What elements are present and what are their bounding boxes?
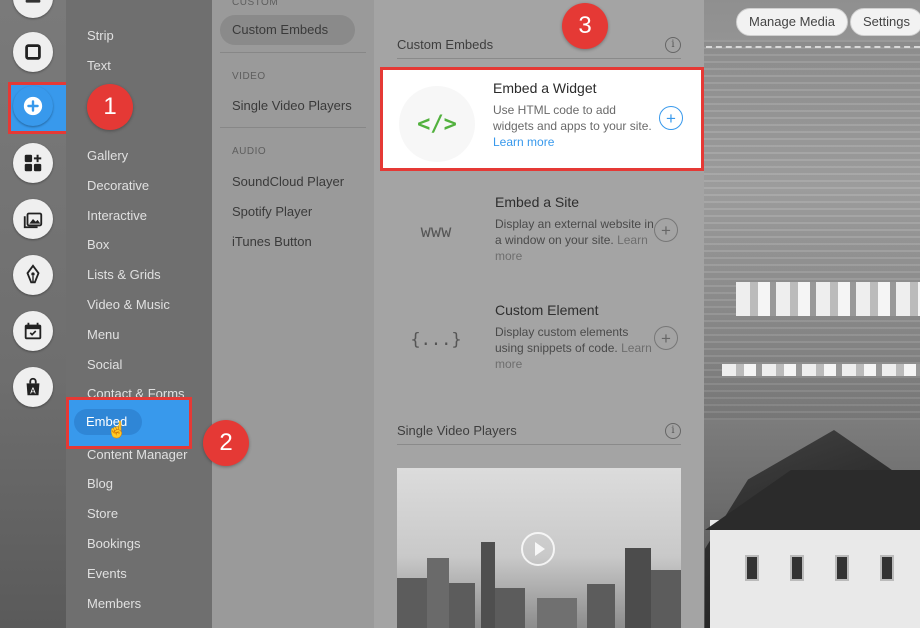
category-social[interactable]: Social [87, 357, 122, 372]
category-strip[interactable]: Strip [87, 28, 114, 43]
embed-items-panel: Custom Embeds i </> Embed a Widget Use H… [374, 0, 704, 628]
custom-element-card[interactable]: {...} Custom Element Display custom elem… [382, 286, 696, 386]
skyline [495, 588, 525, 628]
subcategory-spotify-player[interactable]: Spotify Player [232, 204, 312, 219]
skyline [651, 570, 681, 628]
category-content-manager[interactable]: Content Manager [87, 447, 187, 462]
menu-icon[interactable] [13, 0, 53, 18]
skyline [449, 583, 475, 628]
manage-media-button[interactable]: Manage Media [736, 8, 848, 36]
info-icon[interactable]: i [665, 37, 681, 53]
custom-heading: CUSTOM [232, 0, 279, 8]
add-widget-plus-icon[interactable]: + [659, 106, 683, 130]
learn-more-link[interactable]: Learn more [493, 135, 554, 149]
svg-text:A: A [30, 385, 36, 395]
single-video-section-title: Single Video Players [397, 423, 517, 438]
house-window [745, 555, 759, 581]
settings-button[interactable]: Settings [850, 8, 920, 36]
subcategory-soundcloud-player[interactable]: SoundCloud Player [232, 174, 344, 189]
subcategory-single-video-players[interactable]: Single Video Players [232, 98, 352, 113]
hand-cursor-icon: ☝ [107, 422, 127, 439]
card-title: Custom Element [495, 302, 599, 318]
divider [220, 52, 366, 53]
card-description: Display an external website in a window … [495, 217, 654, 263]
pen-icon[interactable] [13, 255, 53, 295]
skyline [397, 578, 427, 628]
category-gallery[interactable]: Gallery [87, 148, 128, 163]
skyline [625, 548, 651, 628]
video-heading: VIDEO [232, 71, 266, 82]
add-element-plus-icon[interactable]: + [654, 326, 678, 350]
apps-icon[interactable] [13, 143, 53, 183]
category-lists-grids[interactable]: Lists & Grids [87, 267, 161, 282]
www-icon: www [420, 222, 452, 242]
category-interactive[interactable]: Interactive [87, 208, 147, 223]
category-box[interactable]: Box [87, 237, 109, 252]
code-icon: </> [399, 86, 475, 162]
subcategory-itunes-button[interactable]: iTunes Button [232, 234, 312, 249]
card-description: Display custom elements using snippets o… [495, 325, 652, 371]
card-title: Embed a Site [495, 194, 580, 210]
house-window [835, 555, 849, 581]
step-badge-3: 3 [562, 3, 608, 49]
play-icon[interactable] [521, 532, 555, 566]
category-members[interactable]: Members [87, 596, 141, 611]
step-badge-1: 1 [87, 84, 133, 130]
custom-embeds-section-title: Custom Embeds [397, 37, 494, 52]
house-window [880, 555, 894, 581]
subcategory-custom-embeds[interactable]: Custom Embeds [232, 22, 328, 37]
divider [220, 127, 366, 128]
square-icon[interactable] [13, 32, 53, 72]
audio-heading: AUDIO [232, 146, 267, 157]
skyline [537, 598, 577, 628]
blurred-site-subtext [722, 364, 920, 376]
store-icon[interactable]: A [13, 367, 53, 407]
house-window [790, 555, 804, 581]
section-guide-line [706, 46, 920, 48]
category-decorative[interactable]: Decorative [87, 178, 149, 193]
embed-site-card[interactable]: www Embed a Site Display an external web… [382, 178, 696, 278]
calendar-icon[interactable] [13, 311, 53, 351]
skyline [427, 558, 449, 628]
step-badge-2: 2 [203, 420, 249, 466]
site-preview-texture [700, 40, 920, 420]
add-icon[interactable] [13, 86, 53, 126]
add-categories-list: Strip Text Gallery Decorative Interactiv… [66, 0, 212, 628]
add-site-plus-icon[interactable]: + [654, 218, 678, 242]
skyline [481, 542, 495, 628]
section-divider [397, 58, 681, 59]
embed-widget-card[interactable]: </> Embed a Widget Use HTML code to add … [380, 67, 704, 171]
media-icon[interactable] [13, 199, 53, 239]
card-title: Embed a Widget [493, 80, 597, 96]
category-video-music[interactable]: Video & Music [87, 297, 170, 312]
category-store[interactable]: Store [87, 506, 118, 521]
info-icon[interactable]: i [665, 423, 681, 439]
category-blog[interactable]: Blog [87, 476, 113, 491]
category-bookings[interactable]: Bookings [87, 536, 140, 551]
card-description: Use HTML code to add widgets and apps to… [493, 103, 652, 149]
category-events[interactable]: Events [87, 566, 127, 581]
category-text[interactable]: Text [87, 58, 111, 73]
blurred-site-text [736, 282, 920, 316]
skyline [587, 584, 615, 628]
braces-icon: {...} [410, 330, 462, 350]
video-player-thumbnail[interactable] [397, 468, 681, 628]
category-menu[interactable]: Menu [87, 327, 120, 342]
section-divider [397, 444, 681, 445]
embed-subcategories: CUSTOM Custom Embeds VIDEO Single Video … [212, 0, 374, 628]
